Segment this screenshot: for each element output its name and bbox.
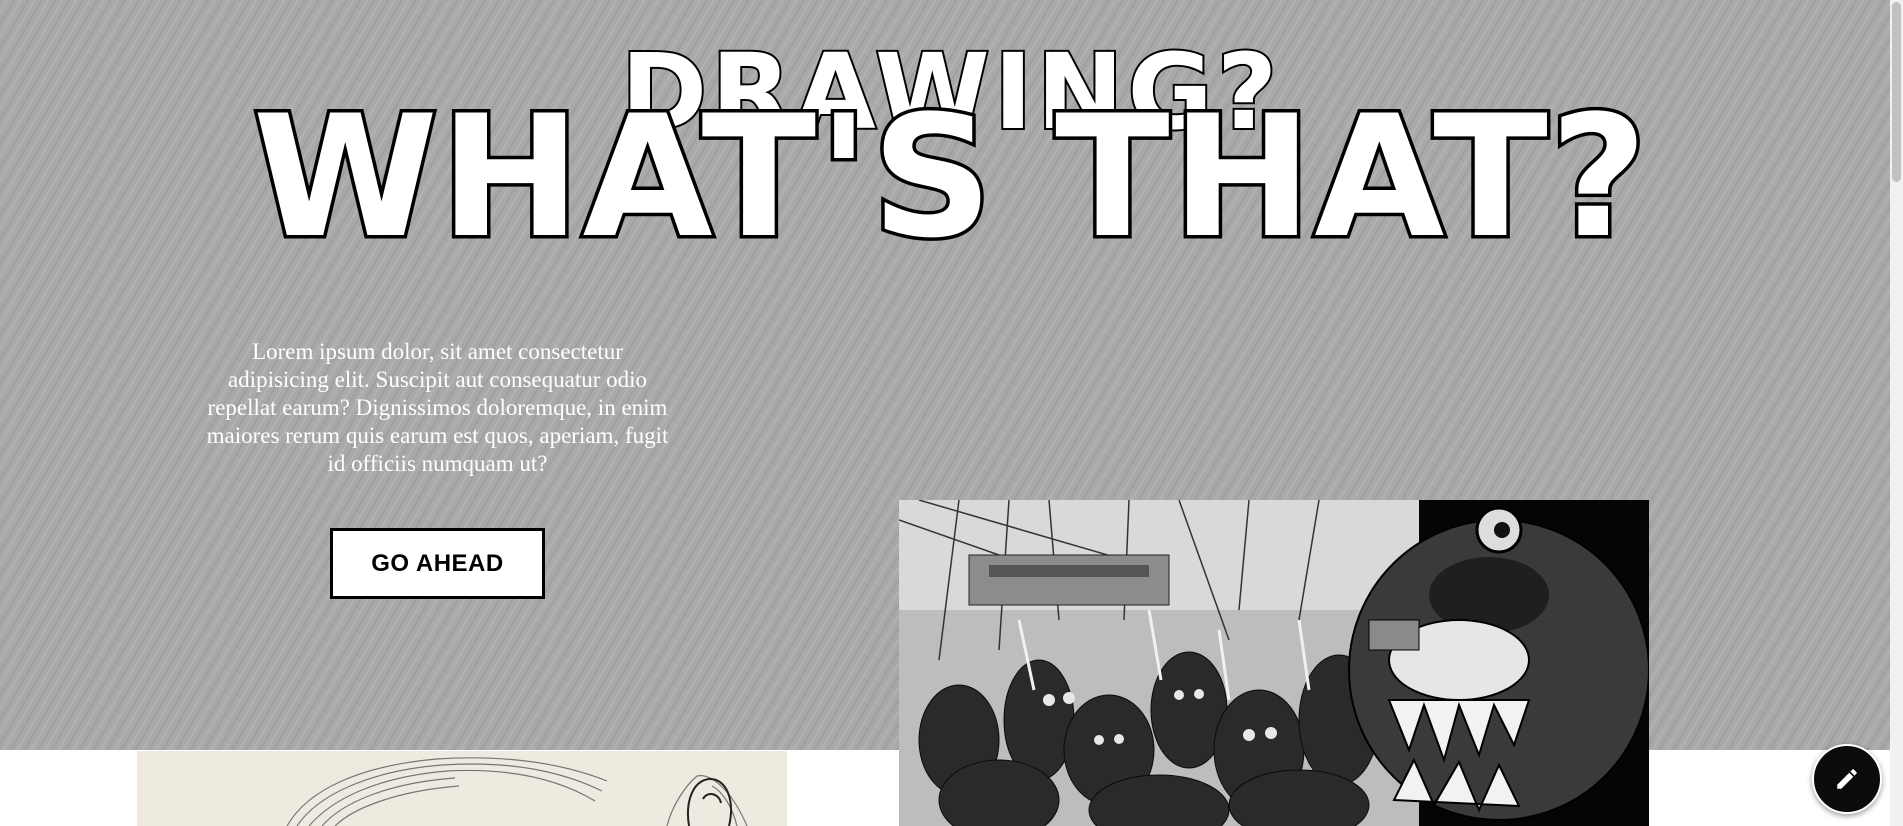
- pencil-icon: [1837, 769, 1857, 789]
- pencil-sketch-image: [137, 751, 787, 826]
- hero-description: Lorem ipsum dolor, sit amet consectetur …: [206, 339, 669, 476]
- page-scrollbar[interactable]: [1890, 0, 1903, 826]
- edit-fab-button[interactable]: [1812, 744, 1882, 814]
- hero-title: DRAWING? WHAT'S THAT?: [249, 29, 1651, 260]
- go-ahead-button[interactable]: GO AHEAD: [330, 528, 545, 599]
- page: DRAWING? WHAT'S THAT? Lorem ipsum dolor,…: [0, 0, 1903, 826]
- ink-monster-image: [899, 500, 1649, 826]
- scrollbar-thumb[interactable]: [1892, 2, 1901, 182]
- hero-title-main: WHAT'S THAT?: [253, 79, 1650, 260]
